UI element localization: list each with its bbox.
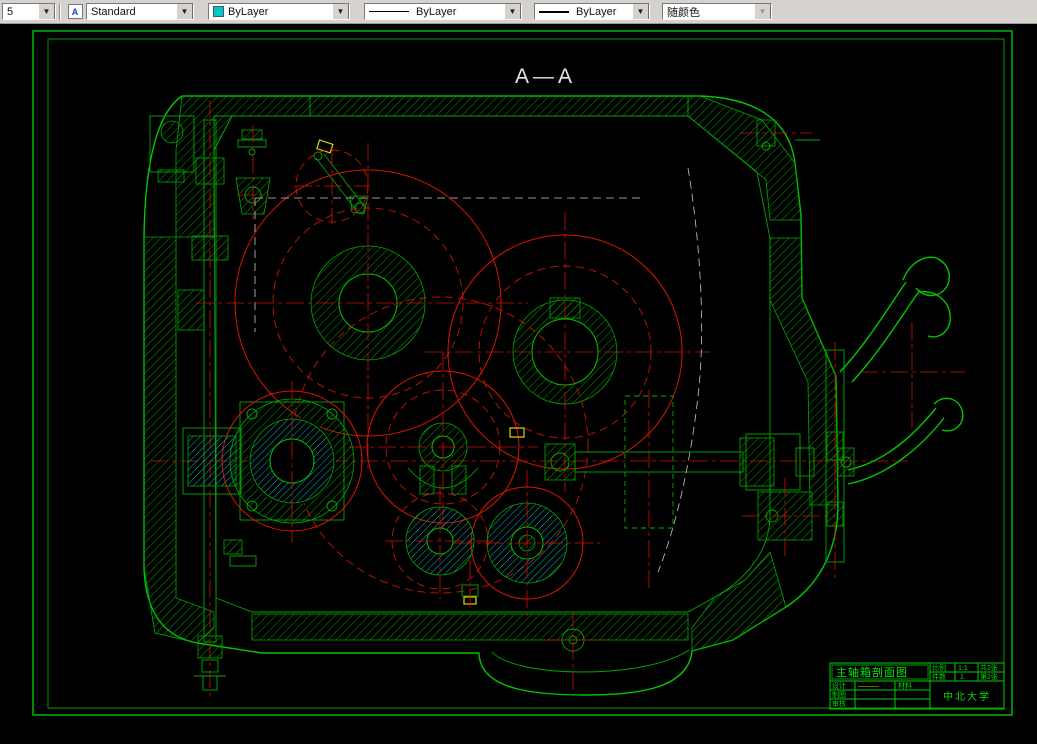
clipped-left-combo[interactable]: 5 ▼ xyxy=(2,3,56,20)
title-block[interactable]: 主轴箱剖面图 比例 1:1 共2张 件数 1 第2张 设计 ——— 材料 制图 … xyxy=(829,662,1005,710)
scale-value: 1:1 xyxy=(958,665,968,672)
title-block-drawing-title: 主轴箱剖面图 xyxy=(836,665,908,679)
plot-style-value: 随颜色 xyxy=(667,6,700,19)
linetype-control-combo[interactable]: ByLayer ▼ xyxy=(364,3,522,20)
shift-lever-assembly[interactable] xyxy=(825,256,965,578)
chevron-down-icon: ▼ xyxy=(754,4,771,19)
section-view-label[interactable]: A—A xyxy=(515,65,576,88)
properties-toolbar: 5 ▼ A Standard ▼ ByLayer ▼ ByLayer ▼ ByL… xyxy=(0,0,1037,24)
text-style-icon: A xyxy=(67,4,83,19)
gear-bottom-right-pair[interactable] xyxy=(455,470,600,617)
sheet-no: 第2张 xyxy=(980,672,998,681)
gear-bottom-left-pair[interactable] xyxy=(385,485,497,599)
lineweight-value: ByLayer xyxy=(576,5,617,18)
material-label: 材料 xyxy=(898,681,912,690)
linetype-sample-icon xyxy=(369,11,409,12)
lineweight-control-combo[interactable]: ByLayer ▼ xyxy=(534,3,650,20)
text-style-value: Standard xyxy=(91,5,136,18)
draft-label: 制图 xyxy=(832,690,846,699)
scale-label: 比例 xyxy=(932,663,946,672)
count-value: 1 xyxy=(960,674,964,681)
design-label: 设计 xyxy=(832,681,846,690)
chevron-down-icon[interactable]: ▼ xyxy=(504,4,521,19)
chevron-down-icon[interactable]: ▼ xyxy=(38,4,55,19)
clipped-left-combo-value: 5 xyxy=(7,5,14,18)
design-signature: ——— xyxy=(858,683,879,690)
chevron-down-icon[interactable]: ▼ xyxy=(632,4,649,19)
sheet-total: 共2张 xyxy=(980,663,998,672)
text-style-button[interactable]: A xyxy=(64,3,86,21)
organization-name: 中北大学 xyxy=(943,690,991,703)
linetype-value: ByLayer xyxy=(416,5,457,18)
application-window: 5 ▼ A Standard ▼ ByLayer ▼ ByLayer ▼ ByL… xyxy=(0,0,1037,744)
tensioner-linkage[interactable] xyxy=(294,139,370,224)
text-style-combo[interactable]: Standard ▼ xyxy=(86,3,194,20)
color-swatch-icon xyxy=(213,6,224,17)
color-control-combo[interactable]: ByLayer ▼ xyxy=(208,3,350,20)
color-value: ByLayer xyxy=(228,5,269,18)
cad-canvas[interactable]: A—A 主轴箱剖面图 比例 1:1 共2张 件数 1 第2张 设计 ——— 材料… xyxy=(0,0,1037,744)
lineweight-sample-icon xyxy=(539,10,569,13)
top-bolt-bracket[interactable] xyxy=(235,125,271,220)
plot-style-combo[interactable]: 随颜色 ▼ xyxy=(662,3,772,20)
toolbar-separator xyxy=(59,3,61,20)
horizontal-output-shaft[interactable] xyxy=(544,390,830,588)
check-label: 审核 xyxy=(832,699,846,708)
chevron-down-icon[interactable]: ▼ xyxy=(176,4,193,19)
chevron-down-icon[interactable]: ▼ xyxy=(332,4,349,19)
count-label: 件数 xyxy=(932,672,946,681)
